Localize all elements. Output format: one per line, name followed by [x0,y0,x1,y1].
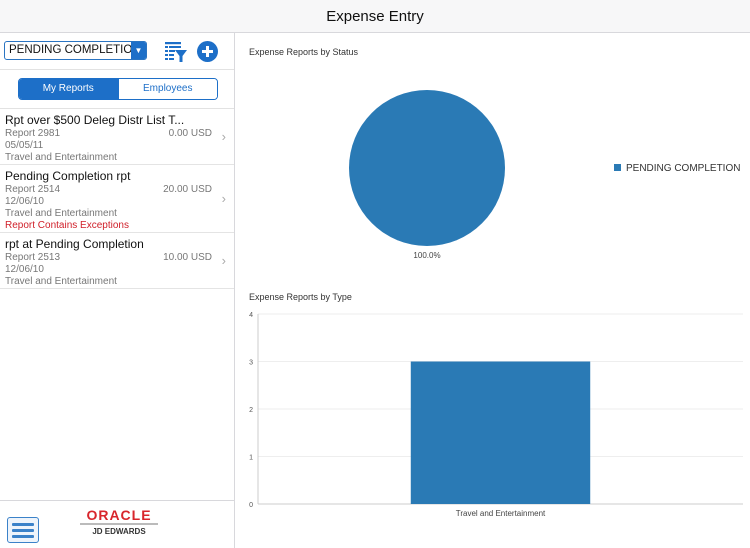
app-title: Expense Entry [326,8,424,25]
report-type: Travel and Entertainment [5,208,117,219]
pie-data-label: 100.0% [413,251,440,260]
jde-logo-text: JD EDWARDS [92,527,146,536]
legend-label: PENDING COMPLETION [626,163,740,174]
report-scope-toggle: My Reports Employees [18,78,218,100]
report-date: 12/06/10 [5,264,44,275]
hamburger-menu-button[interactable] [7,517,39,543]
report-amount: 10.00 USD [163,252,212,263]
report-date: 12/06/10 [5,196,44,207]
y-tick-label: 0 [249,502,253,509]
report-title: rpt at Pending Completion [5,237,144,251]
oracle-jde-logo: ORACLE JD EDWARDS [80,508,158,536]
chevron-down-icon[interactable]: ▼ [131,42,146,59]
list-item[interactable]: Pending Completion rpt Report 2514 12/06… [0,165,234,233]
list-toolbar: PENDING COMPLETION ▼ [0,33,234,70]
reports-panel: PENDING COMPLETION ▼ My Reports Employee… [0,33,235,548]
type-bar-chart: 0 1 2 3 4 Travel and Entertainment [249,312,743,518]
y-tick-label: 4 [249,312,253,319]
oracle-logo-text: ORACLE [80,508,158,525]
legend-swatch [614,164,621,171]
tab-employees[interactable]: Employees [117,79,217,99]
report-list: Rpt over $500 Deleg Distr List T... Repo… [0,108,234,501]
y-tick-label: 2 [249,407,253,414]
list-item[interactable]: Rpt over $500 Deleg Distr List T... Repo… [0,109,234,165]
chevron-right-icon: › [221,253,226,268]
report-amount: 20.00 USD [163,184,212,195]
tab-my-reports[interactable]: My Reports [19,79,118,99]
report-exception-warning: Report Contains Exceptions [5,220,129,231]
chevron-right-icon: › [221,191,226,206]
bar[interactable] [410,361,591,505]
report-title: Rpt over $500 Deleg Distr List T... [5,113,185,127]
status-filter-value: PENDING COMPLETION [9,44,141,56]
status-filter-select[interactable]: PENDING COMPLETION ▼ [4,41,147,60]
app-title-bar: Expense Entry [0,0,750,33]
report-title: Pending Completion rpt [5,169,131,183]
report-type: Travel and Entertainment [5,152,117,163]
list-filter-icon[interactable] [165,41,187,63]
y-tick-label: 1 [249,455,253,462]
x-tick-label: Travel and Entertainment [456,509,546,518]
pie-slice[interactable] [349,90,505,246]
type-chart-title: Expense Reports by Type [249,292,352,302]
add-report-button[interactable] [197,41,218,62]
report-date: 05/05/11 [5,140,44,151]
chevron-right-icon: › [221,129,226,144]
y-tick-label: 3 [249,360,253,367]
report-type: Travel and Entertainment [5,276,117,287]
status-pie-chart: 100.0% PENDING COMPLETION [349,90,740,260]
report-amount: 0.00 USD [168,128,212,139]
list-item[interactable]: rpt at Pending Completion Report 2513 12… [0,233,234,289]
status-chart-title: Expense Reports by Status [249,47,359,57]
dashboard-panel: Expense Reports by Status 100.0% PENDING … [236,33,750,548]
